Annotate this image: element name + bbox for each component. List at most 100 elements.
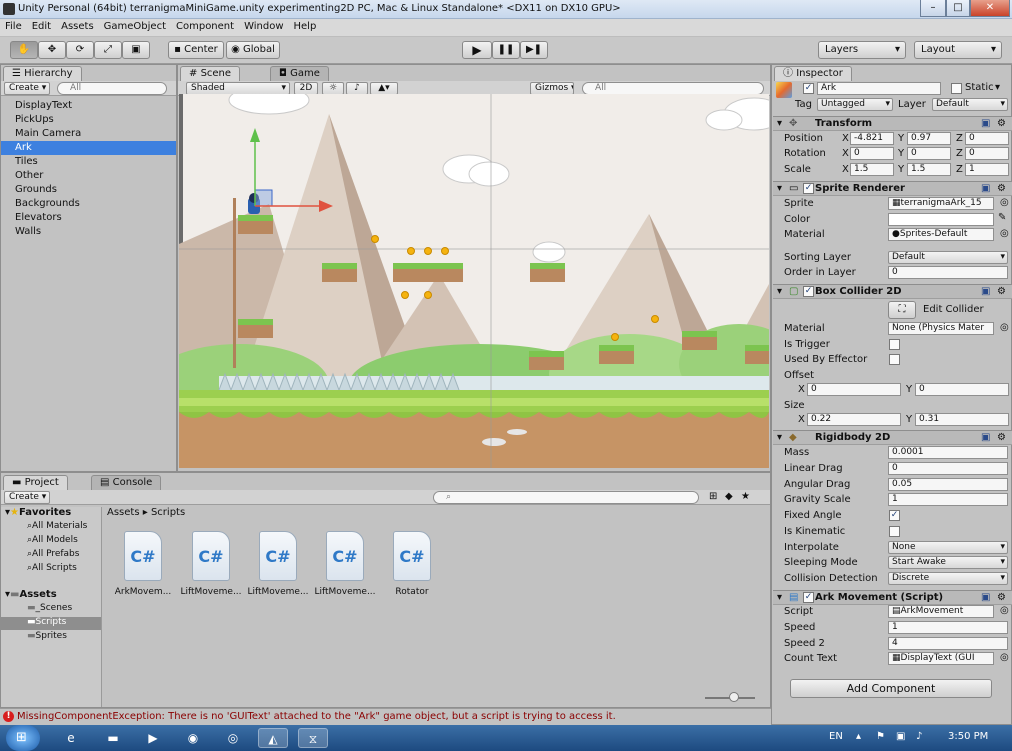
edit-collider-button[interactable]: ⛶: [888, 301, 916, 319]
play-button[interactable]: ▶: [462, 41, 492, 59]
sorting-layer-dropdown[interactable]: Default ▾: [888, 251, 1008, 264]
asset-name[interactable]: LiftMoveme...: [178, 587, 244, 597]
scene-viewport[interactable]: [179, 94, 769, 468]
add-component-button[interactable]: Add Component: [790, 679, 992, 698]
rotate-tool-button[interactable]: ⟳: [66, 41, 94, 59]
explorer-taskbar-icon[interactable]: ▬: [98, 728, 128, 748]
firefox-taskbar-icon[interactable]: ◉: [178, 728, 208, 748]
script-file-icon[interactable]: C#: [393, 531, 431, 581]
rigidbody-header[interactable]: ▾ ◆ Rigidbody 2D ▣ ⚙: [773, 430, 1012, 445]
collider-material-field[interactable]: None (Physics Mater: [888, 322, 994, 335]
offset-x-field[interactable]: 0: [807, 383, 901, 396]
close-button[interactable]: ✕: [970, 0, 1010, 17]
menu-component[interactable]: Component: [171, 19, 239, 34]
used-by-effector-checkbox[interactable]: [889, 354, 900, 365]
space-toggle-button[interactable]: ◉ Global: [226, 41, 280, 59]
layers-dropdown[interactable]: Layers ▾: [818, 41, 906, 59]
menu-window[interactable]: Window: [239, 19, 288, 34]
rotation-x-field[interactable]: 0: [850, 147, 894, 160]
scale-tool-button[interactable]: ⤢: [94, 41, 122, 59]
sprite-renderer-header[interactable]: ▾ ▭ ✓ Sprite Renderer ▣ ⚙: [773, 181, 1012, 196]
dropdown-arrow-icon[interactable]: ▾: [995, 82, 1000, 93]
color-swatch[interactable]: [888, 213, 994, 226]
object-picker-icon[interactable]: ◎: [1000, 197, 1009, 208]
position-y-field[interactable]: 0.97: [907, 132, 951, 145]
ark-movement-enabled-checkbox[interactable]: ✓: [803, 592, 814, 603]
tab-hierarchy[interactable]: ☰ Hierarchy: [3, 66, 82, 81]
object-picker-icon[interactable]: ◎: [1000, 322, 1009, 333]
pivot-toggle-button[interactable]: ▪ Center: [168, 41, 224, 59]
object-picker-icon[interactable]: ◎: [1000, 605, 1009, 616]
offset-y-field[interactable]: 0: [915, 383, 1009, 396]
language-indicator[interactable]: EN: [829, 731, 843, 742]
box-collider-enabled-checkbox[interactable]: ✓: [803, 286, 814, 297]
sprite-field[interactable]: ▦terranigmaArk_15: [888, 197, 994, 210]
speed-2-field[interactable]: 4: [888, 637, 1008, 650]
position-x-field[interactable]: -4.821: [850, 132, 894, 145]
filter-label-icon[interactable]: ◆: [725, 491, 733, 502]
scale-x-field[interactable]: 1.5: [850, 163, 894, 176]
script-file-icon[interactable]: C#: [192, 531, 230, 581]
is-kinematic-checkbox[interactable]: [889, 526, 900, 537]
rotation-z-field[interactable]: 0: [965, 147, 1009, 160]
tab-project[interactable]: ▬ Project: [3, 475, 68, 490]
menu-assets[interactable]: Assets: [56, 19, 99, 34]
scale-y-field[interactable]: 1.5: [907, 163, 951, 176]
move-tool-button[interactable]: ✥: [38, 41, 66, 59]
box-collider-header[interactable]: ▾ ▢ ✓ Box Collider 2D ▣ ⚙: [773, 284, 1012, 299]
script-file-icon[interactable]: C#: [124, 531, 162, 581]
folder-scenes[interactable]: ▬_Scenes: [27, 603, 72, 613]
ark-movement-header[interactable]: ▾ ▤ ✓ Ark Movement (Script) ▣ ⚙: [773, 590, 1012, 605]
tag-dropdown[interactable]: Untagged ▾: [817, 98, 893, 111]
visual-studio-taskbar-icon[interactable]: ⧖: [298, 728, 328, 748]
slider-thumb[interactable]: [729, 692, 739, 702]
menu-gameobject[interactable]: GameObject: [99, 19, 171, 34]
hierarchy-item-ark[interactable]: Ark: [1, 141, 176, 155]
linear-drag-field[interactable]: 0: [888, 462, 1008, 475]
unity-taskbar-icon[interactable]: ◭: [258, 728, 288, 748]
maximize-button[interactable]: □: [946, 0, 970, 17]
folder-sprites[interactable]: ▬Sprites: [27, 631, 67, 641]
speed-field[interactable]: 1: [888, 621, 1008, 634]
gear-icon[interactable]: ⚙: [997, 431, 1006, 445]
tab-scene[interactable]: # Scene: [180, 66, 241, 81]
layer-dropdown[interactable]: Default ▾: [932, 98, 1008, 111]
sprite-renderer-enabled-checkbox[interactable]: ✓: [803, 183, 814, 194]
help-book-icon[interactable]: ▣: [981, 117, 990, 131]
breadcrumb-assets[interactable]: Assets: [107, 507, 140, 518]
size-x-field[interactable]: 0.22: [807, 413, 901, 426]
hierarchy-item-grounds[interactable]: Grounds: [1, 183, 176, 197]
chrome-taskbar-icon[interactable]: ◎: [218, 728, 248, 748]
tray-expand-icon[interactable]: ▴: [856, 731, 861, 742]
menu-file[interactable]: File: [0, 19, 27, 34]
rotation-y-field[interactable]: 0: [907, 147, 951, 160]
object-picker-icon[interactable]: ◎: [1000, 228, 1009, 239]
hierarchy-item-elevators[interactable]: Elevators: [1, 211, 176, 225]
hierarchy-item-pickups[interactable]: PickUps: [1, 113, 176, 127]
collision-detection-dropdown[interactable]: Discrete ▾: [888, 572, 1008, 585]
gear-icon[interactable]: ⚙: [997, 182, 1006, 196]
material-field[interactable]: ●Sprites-Default: [888, 228, 994, 241]
hand-tool-button[interactable]: ✋: [10, 41, 38, 59]
hierarchy-item-main-camera[interactable]: Main Camera: [1, 127, 176, 141]
size-y-field[interactable]: 0.31: [915, 413, 1009, 426]
asset-name[interactable]: LiftMoveme...: [245, 587, 311, 597]
minimize-button[interactable]: –: [920, 0, 946, 17]
layout-dropdown[interactable]: Layout ▾: [914, 41, 1002, 59]
menu-edit[interactable]: Edit: [27, 19, 56, 34]
asset-name[interactable]: ArkMovem...: [110, 587, 176, 597]
transform-header[interactable]: ▾ ✥ Transform ▣ ⚙: [773, 116, 1012, 131]
tab-console[interactable]: ▤ Console: [91, 475, 162, 490]
menu-help[interactable]: Help: [289, 19, 322, 34]
gear-icon[interactable]: ⚙: [997, 117, 1006, 131]
hierarchy-item-tiles[interactable]: Tiles: [1, 155, 176, 169]
help-book-icon[interactable]: ▣: [981, 431, 990, 445]
favorites-header[interactable]: ▾★Favorites: [5, 507, 71, 518]
gear-icon[interactable]: ⚙: [997, 591, 1006, 605]
project-create-dropdown[interactable]: Create ▾: [4, 491, 50, 504]
hierarchy-create-dropdown[interactable]: Create ▾: [4, 82, 50, 95]
fixed-angle-checkbox[interactable]: ✓: [889, 510, 900, 521]
folder-scripts[interactable]: ▬Scripts: [1, 617, 101, 630]
favorite-star-icon[interactable]: ★: [741, 491, 750, 502]
status-error-message[interactable]: MissingComponentException: There is no '…: [17, 711, 616, 722]
